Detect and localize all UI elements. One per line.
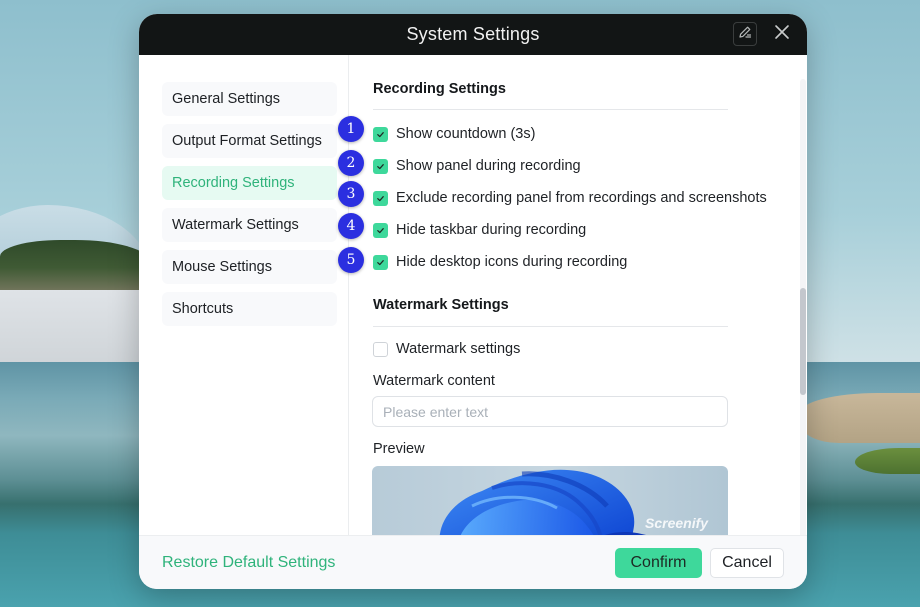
checkbox-checked[interactable] [373,254,388,270]
cancel-button[interactable]: Cancel [710,548,784,578]
wallpaper-reeds [800,393,920,443]
wallpaper-grass [855,448,920,474]
check-icon [377,131,384,137]
dialog-footer: Restore Default Settings Confirm Cancel [139,535,807,589]
watermark-preview-image: Screenify [372,466,728,535]
checkbox-unchecked[interactable] [373,341,388,357]
annotation-badge-3: 3 [338,181,364,207]
recording-section-title: Recording Settings [373,81,506,97]
option-label: Hide desktop icons during recording [396,254,628,270]
close-icon [774,24,790,45]
check-icon [377,227,384,233]
settings-content: Recording Settings Show countdown (3s) S… [350,55,807,535]
check-icon [377,259,384,265]
title-bar: System Settings [139,14,807,55]
sidebar-item-label: Mouse Settings [172,259,272,275]
dialog-title: System Settings [406,24,540,44]
watermark-section-title: Watermark Settings [373,297,509,313]
sidebar-item-label: Watermark Settings [172,217,299,233]
checkbox-checked[interactable] [373,190,388,206]
check-icon [377,195,384,201]
scrollbar-thumb[interactable] [800,288,806,395]
close-button[interactable] [772,24,792,44]
sidebar-item-label: Output Format Settings [172,133,322,149]
sidebar-item-output-format[interactable]: Output Format Settings [162,124,337,158]
sidebar-item-label: General Settings [172,91,281,107]
sidebar-item-label: Recording Settings [172,175,295,191]
option-hide-desktop-icons[interactable]: Hide desktop icons during recording [373,252,627,272]
sidebar-item-shortcuts[interactable]: Shortcuts [162,292,337,326]
sidebar-item-watermark[interactable]: Watermark Settings [162,208,337,242]
watermark-preview-text: Screenify [645,515,709,531]
restore-defaults-link[interactable]: Restore Default Settings [162,554,335,572]
wallpaper-snow [0,290,150,365]
annotation-badge-2: 2 [338,150,364,176]
section-divider [373,326,728,327]
sidebar-item-general[interactable]: General Settings [162,82,337,116]
checkbox-checked[interactable] [373,222,388,238]
checkbox-checked[interactable] [373,126,388,142]
watermark-content-input[interactable] [372,396,728,427]
sidebar-item-recording[interactable]: Recording Settings [162,166,337,200]
sidebar-item-label: Shortcuts [172,301,234,317]
preview-label: Preview [373,441,425,457]
option-label: Show countdown (3s) [396,126,536,142]
watermark-content-label: Watermark content [373,373,495,389]
option-label: Hide taskbar during recording [396,222,587,238]
annotation-badge-5: 5 [338,247,364,273]
annotation-badge-1: 1 [338,116,364,142]
option-watermark-enable[interactable]: Watermark settings [373,339,520,359]
option-label: Watermark settings [396,341,521,357]
pen-edit-icon [737,24,753,45]
sidebar-item-mouse[interactable]: Mouse Settings [162,250,337,284]
confirm-button[interactable]: Confirm [615,548,702,578]
settings-sidebar: General Settings Output Format Settings … [139,55,349,535]
option-hide-taskbar[interactable]: Hide taskbar during recording [373,220,586,240]
wallpaper-trees [0,240,150,295]
system-settings-dialog: System Settings General Settings Output … [139,14,807,589]
option-show-panel[interactable]: Show panel during recording [373,156,581,176]
checkbox-checked[interactable] [373,158,388,174]
check-icon [377,163,384,169]
section-divider [373,109,728,110]
option-label: Show panel during recording [396,158,581,174]
option-exclude-panel[interactable]: Exclude recording panel from recordings … [373,188,767,208]
option-show-countdown[interactable]: Show countdown (3s) [373,124,535,144]
annotation-badge-4: 4 [338,213,364,239]
edit-button[interactable] [733,22,757,46]
option-label: Exclude recording panel from recordings … [396,190,767,206]
